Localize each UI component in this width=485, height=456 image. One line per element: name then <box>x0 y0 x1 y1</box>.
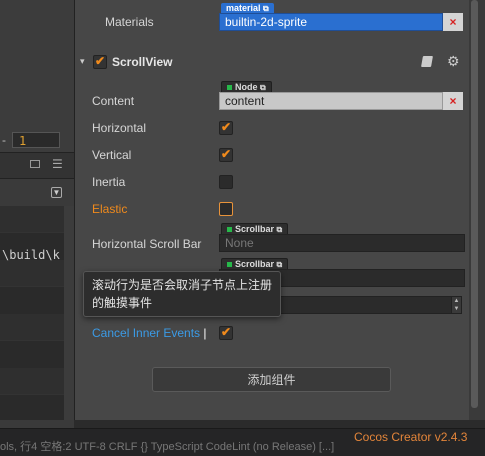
number-field[interactable]: 1 <box>12 132 60 148</box>
window-icon[interactable] <box>30 160 40 168</box>
console-line: \build\k <box>2 248 60 262</box>
materials-field[interactable]: builtin-2d-sprite <box>219 13 443 31</box>
elastic-label: Elastic <box>92 202 128 216</box>
inertia-label: Inertia <box>92 175 126 189</box>
gear-icon[interactable]: ⚙ <box>447 53 460 70</box>
elastic-checkbox[interactable] <box>219 202 233 216</box>
scrollview-enabled-checkbox[interactable] <box>93 54 107 69</box>
horizontal-checkbox[interactable] <box>219 120 233 135</box>
version-label: Cocos Creator v2.4.3 <box>354 430 468 444</box>
inertia-checkbox[interactable] <box>219 175 233 189</box>
list-item <box>0 260 64 287</box>
scrollview-title: ScrollView <box>112 55 173 69</box>
content-field[interactable]: content <box>219 92 443 110</box>
minus-label: - <box>2 133 6 147</box>
clear-materials-button[interactable]: × <box>443 13 463 31</box>
book-icon[interactable] <box>421 56 433 67</box>
list-item <box>0 206 64 233</box>
horizontal-label: Horizontal <box>92 121 147 135</box>
console-log <box>0 206 64 420</box>
dropdown-icon[interactable]: ▼ <box>51 187 62 198</box>
cancel-inner-events-label: Cancel Inner Events | <box>92 326 207 340</box>
left-scrollbar[interactable] <box>64 206 74 420</box>
tooltip: 滚动行为是否会取消子节点上注册的触摸事件 <box>83 271 281 317</box>
horizontal-scrollbar-field[interactable]: None <box>219 234 465 252</box>
menu-icon[interactable]: ☰ <box>52 157 63 171</box>
vertical-checkbox[interactable] <box>219 147 233 162</box>
stepper-icon[interactable]: ▲ ▼ <box>451 296 462 314</box>
list-item <box>0 314 64 341</box>
left-panel-header: ☰ <box>0 152 74 179</box>
left-top-area <box>0 0 74 128</box>
collapse-arrow-icon[interactable]: ▾ <box>80 56 85 67</box>
add-component-button[interactable]: 添加组件 <box>152 367 391 392</box>
cancel-inner-events-checkbox[interactable] <box>219 325 233 340</box>
list-item <box>0 368 64 395</box>
materials-label: Materials <box>105 15 154 29</box>
left-panel-subheader: ▼ <box>0 178 74 207</box>
status-text: ols, 行4 空格:2 UTF-8 CRLF {} TypeScript Co… <box>0 441 335 453</box>
content-label: Content <box>92 94 135 108</box>
clear-content-button[interactable]: × <box>443 92 463 110</box>
inspector-scroll-thumb[interactable] <box>471 0 478 408</box>
vertical-label: Vertical <box>92 148 132 162</box>
horizontal-scrollbar-label: Horizontal Scroll Bar <box>92 237 202 251</box>
